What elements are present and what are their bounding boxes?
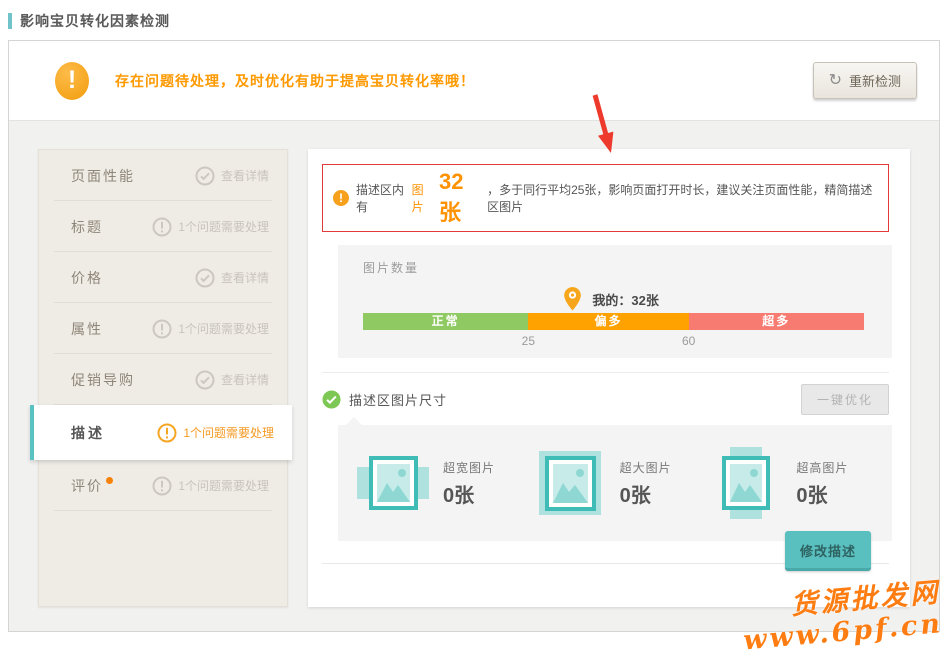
- sidebar-item-reviews[interactable]: 评价 1个问题需要处理: [39, 460, 287, 511]
- refresh-detect-button[interactable]: ↻ 重新检测: [813, 62, 917, 99]
- banner-suffix: ，多于同行平均25张，影响页面打开时长，建议关注页面性能，精简描述区图片: [487, 181, 878, 215]
- status-text: 查看详情: [221, 167, 269, 184]
- sidebar: 页面性能 查看详情 标题 1个问题需要处理 价格 查看详情: [38, 149, 288, 607]
- large-image-icon: [533, 446, 607, 520]
- sidebar-item-label: 促销导购: [71, 370, 135, 390]
- sidebar-item-page-performance[interactable]: 页面性能 查看详情: [39, 150, 287, 201]
- sidebar-item-price[interactable]: 价格 查看详情: [39, 252, 287, 303]
- range-segment-many: 偏多: [528, 313, 688, 330]
- warning-circle-icon: [152, 217, 172, 237]
- size-card-text: 超大图片 0张: [620, 459, 672, 508]
- check-circle-icon: [195, 268, 215, 288]
- size-card-label: 超高图片: [796, 459, 848, 476]
- one-click-optimize-button[interactable]: 一键优化: [801, 384, 889, 415]
- status-text: 查看详情: [221, 269, 269, 286]
- page-header: 影响宝贝转化因素检测: [8, 11, 170, 31]
- banner-count: 32张: [439, 169, 482, 227]
- banner-prefix: 描述区内有: [356, 181, 412, 215]
- status-text: 1个问题需要处理: [178, 477, 269, 494]
- status: 查看详情: [195, 268, 269, 288]
- size-card-count: 0张: [796, 479, 848, 508]
- location-pin-icon: [563, 286, 582, 312]
- image-size-header: 描述区图片尺寸 一键优化: [322, 384, 889, 415]
- warning-circle-icon: [152, 476, 172, 496]
- image-size-title: 描述区图片尺寸: [349, 390, 447, 409]
- warning-circle-icon: [55, 62, 89, 100]
- sidebar-item-promotion[interactable]: 促销导购 查看详情: [39, 354, 287, 405]
- range-segment-over: 超多: [689, 313, 864, 330]
- status: 1个问题需要处理: [152, 476, 269, 496]
- issue-banner: 描述区内有图片32张，多于同行平均25张，影响页面打开时长，建议关注页面性能，精…: [322, 164, 889, 232]
- banner-link-word: 图片: [412, 181, 434, 215]
- wide-image-icon: [356, 446, 430, 520]
- page-title: 影响宝贝转化因素检测: [20, 11, 170, 31]
- sidebar-item-attributes[interactable]: 属性 1个问题需要处理: [39, 303, 287, 354]
- refresh-icon: ↻: [829, 73, 842, 89]
- image-size-panel: 超宽图片 0张 超大图片 0张: [338, 425, 892, 541]
- warning-circle-icon: [157, 423, 177, 443]
- size-card-label: 超大图片: [620, 459, 672, 476]
- refresh-button-label: 重新检测: [849, 71, 901, 90]
- sidebar-item-title[interactable]: 标题 1个问题需要处理: [39, 201, 287, 252]
- check-circle-icon: [322, 390, 341, 409]
- sidebar-item-description[interactable]: 描述 1个问题需要处理: [30, 405, 292, 460]
- tick-row: 25 60: [363, 330, 864, 350]
- marker-row: 我的：32张: [363, 276, 864, 313]
- size-card-count: 0张: [443, 479, 495, 508]
- content-panel: 描述区内有图片32张，多于同行平均25张，影响页面打开时长，建议关注页面性能，精…: [308, 149, 910, 607]
- tick-25: 25: [522, 334, 535, 348]
- sidebar-item-label: 属性: [71, 319, 103, 339]
- sidebar-item-label: 页面性能: [71, 166, 135, 186]
- my-value-marker: 我的：32张: [563, 286, 658, 312]
- sidebar-item-label: 价格: [71, 268, 103, 288]
- size-card-large: 超大图片 0张: [533, 446, 710, 520]
- check-circle-icon: [195, 166, 215, 186]
- size-card-text: 超宽图片 0张: [443, 459, 495, 508]
- check-circle-icon: [195, 370, 215, 390]
- status-text: 1个问题需要处理: [178, 320, 269, 337]
- tick-60: 60: [682, 334, 695, 348]
- notification-dot: [106, 477, 113, 484]
- status-text: 1个问题需要处理: [178, 218, 269, 235]
- tall-image-icon: [709, 446, 783, 520]
- status: 查看详情: [195, 370, 269, 390]
- sidebar-item-label: 评价: [71, 476, 103, 496]
- section-divider: [322, 372, 889, 373]
- warning-circle-icon: [333, 190, 349, 206]
- status: 1个问题需要处理: [157, 423, 274, 443]
- status: 1个问题需要处理: [152, 319, 269, 339]
- alert-message: 存在问题待处理，及时优化有助于提高宝贝转化率哦！: [115, 71, 475, 91]
- status: 1个问题需要处理: [152, 217, 269, 237]
- warning-circle-icon: [152, 319, 172, 339]
- status: 查看详情: [195, 166, 269, 186]
- range-segment-normal: 正常: [363, 313, 528, 330]
- size-card-wide: 超宽图片 0张: [356, 446, 533, 520]
- image-count-label: 图片数量: [363, 259, 864, 276]
- body-area: 页面性能 查看详情 标题 1个问题需要处理 价格 查看详情: [9, 121, 939, 631]
- edit-description-button[interactable]: 修改描述: [785, 531, 871, 571]
- marker-text: 我的：32张: [592, 290, 658, 309]
- sidebar-item-label: 标题: [71, 217, 103, 237]
- size-card-count: 0张: [620, 479, 672, 508]
- status-text: 1个问题需要处理: [183, 424, 274, 441]
- alert-strip: 存在问题待处理，及时优化有助于提高宝贝转化率哦！ ↻ 重新检测: [9, 41, 939, 121]
- size-card-tall: 超高图片 0张: [709, 446, 886, 520]
- size-card-label: 超宽图片: [443, 459, 495, 476]
- status-text: 查看详情: [221, 371, 269, 388]
- range-bar: 正常 偏多 超多: [363, 313, 864, 330]
- detection-panel: 存在问题待处理，及时优化有助于提高宝贝转化率哦！ ↻ 重新检测 页面性能 查看详…: [8, 40, 940, 632]
- image-count-panel: 图片数量 我的：32张 正常 偏多 超多: [338, 245, 892, 358]
- title-accent-bar: [8, 13, 12, 29]
- size-card-text: 超高图片 0张: [796, 459, 848, 508]
- sidebar-item-label: 描述: [71, 423, 105, 443]
